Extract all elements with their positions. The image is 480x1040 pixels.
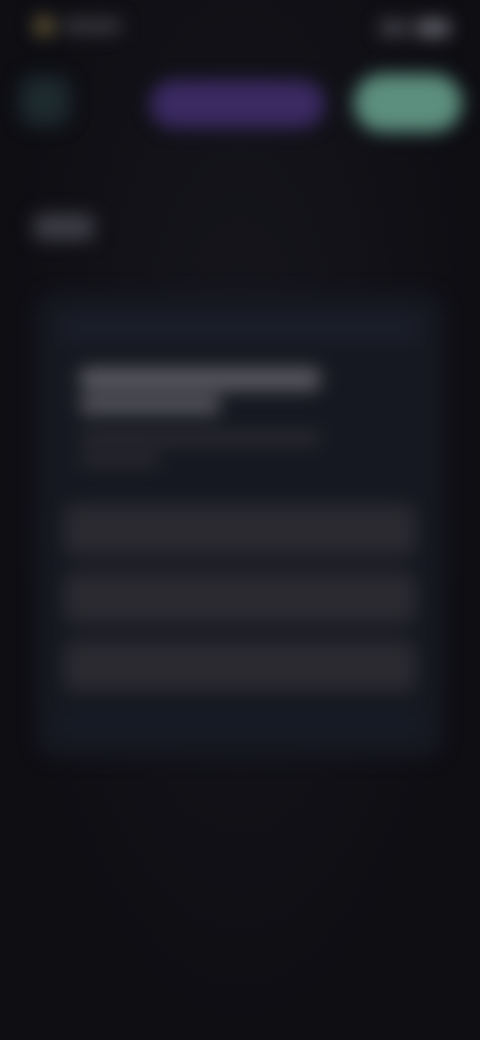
app-screen: [0, 0, 480, 1040]
battery-icon: [416, 20, 450, 36]
dialog-description-line-2: [80, 454, 160, 466]
option-button-1[interactable]: [64, 504, 416, 556]
connect-button[interactable]: [150, 80, 325, 128]
option-button-3[interactable]: [64, 640, 416, 692]
dialog-footer: [62, 714, 418, 732]
page-title-text: [34, 214, 94, 240]
top-bar: [0, 66, 480, 146]
blurred-background-content: [0, 0, 480, 1040]
signal-icon: [380, 21, 408, 35]
dialog-title-line-1: [80, 368, 320, 390]
status-bar: [0, 0, 480, 60]
dialog-title-line-2: [80, 396, 220, 414]
status-right: [380, 20, 450, 36]
page-title: [34, 200, 154, 256]
option-button-2[interactable]: [64, 572, 416, 624]
dialog-header: [62, 318, 418, 338]
dialog-card: [38, 294, 442, 756]
status-time: [62, 19, 122, 33]
app-action-button[interactable]: [354, 74, 462, 132]
status-left: [34, 16, 122, 36]
status-dot-icon: [34, 16, 54, 36]
dialog-description-line-1: [80, 432, 320, 444]
back-button[interactable]: [20, 76, 70, 126]
